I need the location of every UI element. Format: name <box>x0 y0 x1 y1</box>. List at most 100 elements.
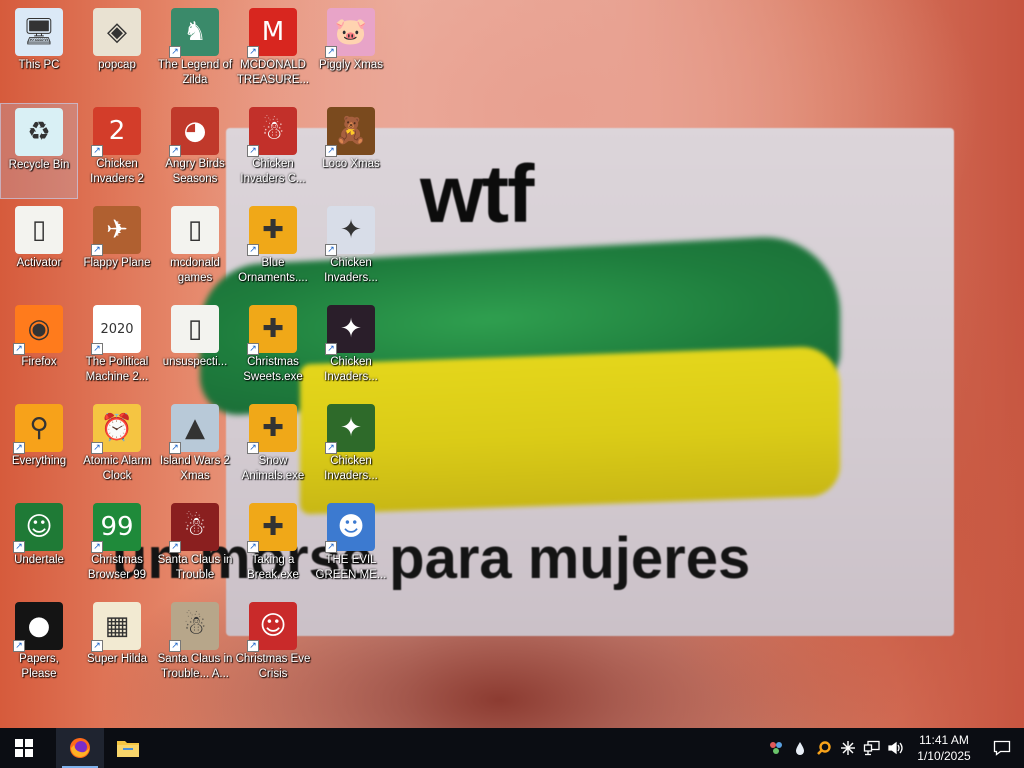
shortcut-arrow-icon: ↗ <box>247 343 259 355</box>
desktop-icon[interactable]: 🖥 This PC <box>0 4 78 100</box>
desktop-icon[interactable]: ▦ ↗ Super Hilda <box>78 598 156 694</box>
desktop-icon[interactable]: ✚ ↗ Taking a Break.exe <box>234 499 312 595</box>
shortcut-arrow-icon: ↗ <box>247 541 259 553</box>
shortcut-arrow-icon: ↗ <box>91 640 103 652</box>
shortcut-arrow-icon: ↗ <box>91 442 103 454</box>
shortcut-arrow-icon: ↗ <box>169 541 181 553</box>
desktop-icon[interactable]: ● ↗ Papers, Please <box>0 598 78 694</box>
desktop-icon[interactable]: ✦ ↗ Chicken Invaders... <box>312 301 390 397</box>
desktop-icon[interactable]: ▯ mcdonald games <box>156 202 234 298</box>
shortcut-arrow-icon: ↗ <box>91 541 103 553</box>
desktop-icon[interactable]: ☃ ↗ Santa Claus in Trouble <box>156 499 234 595</box>
desktop-icon-label: Angry Birds Seasons <box>165 158 225 185</box>
icon-glyph: ✈ <box>106 215 128 245</box>
taskbar-search-area <box>48 728 56 768</box>
everything-search-icon: ⚲ ↗ <box>13 404 63 454</box>
shortcut-arrow-icon: ↗ <box>13 541 25 553</box>
icon-glyph: ▯ <box>187 215 203 245</box>
desktop-icon-label: THE EVIL GREEN ME... <box>315 554 387 581</box>
action-center-button[interactable] <box>980 728 1024 768</box>
desktop-icon[interactable]: ✚ ↗ Snow Animals.exe <box>234 400 312 496</box>
desktop-icon-label: Firefox <box>21 356 57 368</box>
desktop-icon-label: Recycle Bin <box>8 159 70 171</box>
network-icon[interactable] <box>860 728 884 768</box>
system-tray: 11:41 AM 1/10/2025 <box>764 728 1024 768</box>
taskbar-firefox-button[interactable] <box>56 728 104 768</box>
desktop-icon[interactable]: ♞ ↗ The Legend of Zilda <box>156 4 234 100</box>
desktop-icon[interactable]: ✦ ↗ Chicken Invaders... <box>312 400 390 496</box>
papers-please-icon: ● ↗ <box>13 602 63 652</box>
icon-glyph: M <box>261 17 285 47</box>
shortcut-arrow-icon: ↗ <box>169 442 181 454</box>
shortcut-arrow-icon: ↗ <box>247 244 259 256</box>
icon-glyph: 🖥 <box>22 17 56 47</box>
desktop-icon[interactable]: 99 ↗ Christmas Browser 99 <box>78 499 156 595</box>
shortcut-arrow-icon: ↗ <box>247 640 259 652</box>
desktop-icon-label: Chicken Invaders... <box>324 257 378 284</box>
recycle-bin-icon: ♻ <box>15 108 63 156</box>
icon-glyph: 2020 <box>100 321 134 337</box>
icon-glyph: ✚ <box>262 512 284 542</box>
desktop-icon[interactable]: ✚ ↗ Blue Ornaments.... <box>234 202 312 298</box>
shortcut-arrow-icon: ↗ <box>247 46 259 58</box>
chicken-invaders-icon: 2 ↗ <box>91 107 141 157</box>
icon-glyph: ▦ <box>104 611 130 641</box>
desktop-icon[interactable]: 2020 ↗ The Political Machine 2... <box>78 301 156 397</box>
desktop-icon-label: Christmas Eve Crisis <box>235 653 311 680</box>
chicken-invaders-icon: ✦ ↗ <box>325 404 375 454</box>
volume-icon[interactable] <box>884 728 908 768</box>
desktop-icon[interactable]: ▯ Activator <box>0 202 78 298</box>
icon-glyph: ♻ <box>27 117 51 147</box>
desktop-icon[interactable]: ◕ ↗ Angry Birds Seasons <box>156 103 234 199</box>
desktop-icon[interactable]: ☺ ↗ Christmas Eve Crisis <box>234 598 312 694</box>
desktop-icon-label: Taking a Break.exe <box>247 554 299 581</box>
desktop-icon[interactable]: ⚲ ↗ Everything <box>0 400 78 496</box>
snowflake-icon[interactable] <box>836 728 860 768</box>
desktop-icon[interactable]: 🧸 ↗ Loco Xmas <box>312 103 390 199</box>
alarm-clock-icon: ⏰ ↗ <box>91 404 141 454</box>
desktop-icon-label: mcdonald games <box>170 257 220 284</box>
taskbar-file-explorer-button[interactable] <box>104 728 152 768</box>
icon-glyph: ☻ <box>337 512 365 542</box>
desktop-icon-label: unsuspecti... <box>162 356 228 368</box>
icon-glyph: ♞ <box>183 17 207 47</box>
start-button[interactable] <box>0 728 48 768</box>
desktop-icon[interactable]: ☻ ↗ THE EVIL GREEN ME... <box>312 499 390 595</box>
folder-icon: ▯ <box>15 206 63 254</box>
zilda-icon: ♞ ↗ <box>169 8 219 58</box>
desktop-icon-label: This PC <box>18 59 60 71</box>
santa-claus-icon: ☃ ↗ <box>169 602 219 652</box>
taskbar-clock[interactable]: 11:41 AM 1/10/2025 <box>908 728 980 768</box>
drop-icon[interactable] <box>788 728 812 768</box>
desktop-icon[interactable]: ☃ ↗ Santa Claus in Trouble... A... <box>156 598 234 694</box>
desktop-icon[interactable]: ☺ ↗ Undertale <box>0 499 78 595</box>
desktop-icon[interactable]: ◉ ↗ Firefox <box>0 301 78 397</box>
desktop-icon[interactable]: ▲ ↗ Island Wars 2 Xmas <box>156 400 234 496</box>
political-machine-icon: 2020 ↗ <box>91 305 141 355</box>
file-icon: ▯ <box>171 305 219 353</box>
people-icon[interactable] <box>764 728 788 768</box>
taskbar: 11:41 AM 1/10/2025 <box>0 728 1024 768</box>
icon-glyph: ◉ <box>27 314 51 344</box>
shortcut-arrow-icon: ↗ <box>13 442 25 454</box>
desktop-icon[interactable]: 🐷 ↗ Piggly Xmas <box>312 4 390 100</box>
desktop-icon[interactable]: ♻ Recycle Bin <box>0 103 78 199</box>
desktop-icon[interactable]: ☃ ↗ Chicken Invaders C... <box>234 103 312 199</box>
search-everything-icon[interactable] <box>812 728 836 768</box>
desktop-icon-label: Super Hilda <box>86 653 148 665</box>
shortcut-arrow-icon: ↗ <box>169 640 181 652</box>
desktop-icon[interactable]: M ↗ MCDONALD TREASURE... <box>234 4 312 100</box>
icon-glyph: ◕ <box>183 116 207 146</box>
icon-glyph: ⏰ <box>100 413 134 443</box>
desktop-icon[interactable]: 2 ↗ Chicken Invaders 2 <box>78 103 156 199</box>
desktop-icon[interactable]: ▯ unsuspecti... <box>156 301 234 397</box>
mcdonalds-icon: M ↗ <box>247 8 297 58</box>
desktop-icon[interactable]: ✦ ↗ Chicken Invaders... <box>312 202 390 298</box>
piggly-icon: 🐷 ↗ <box>325 8 375 58</box>
desktop-icon[interactable]: ✈ ↗ Flappy Plane <box>78 202 156 298</box>
desktop-icon[interactable]: ✚ ↗ Christmas Sweets.exe <box>234 301 312 397</box>
desktop-icon[interactable]: ⏰ ↗ Atomic Alarm Clock <box>78 400 156 496</box>
undertale-icon: ☺ ↗ <box>13 503 63 553</box>
icon-glyph: ✦ <box>340 215 362 245</box>
desktop-icon[interactable]: ◈ popcap <box>78 4 156 100</box>
